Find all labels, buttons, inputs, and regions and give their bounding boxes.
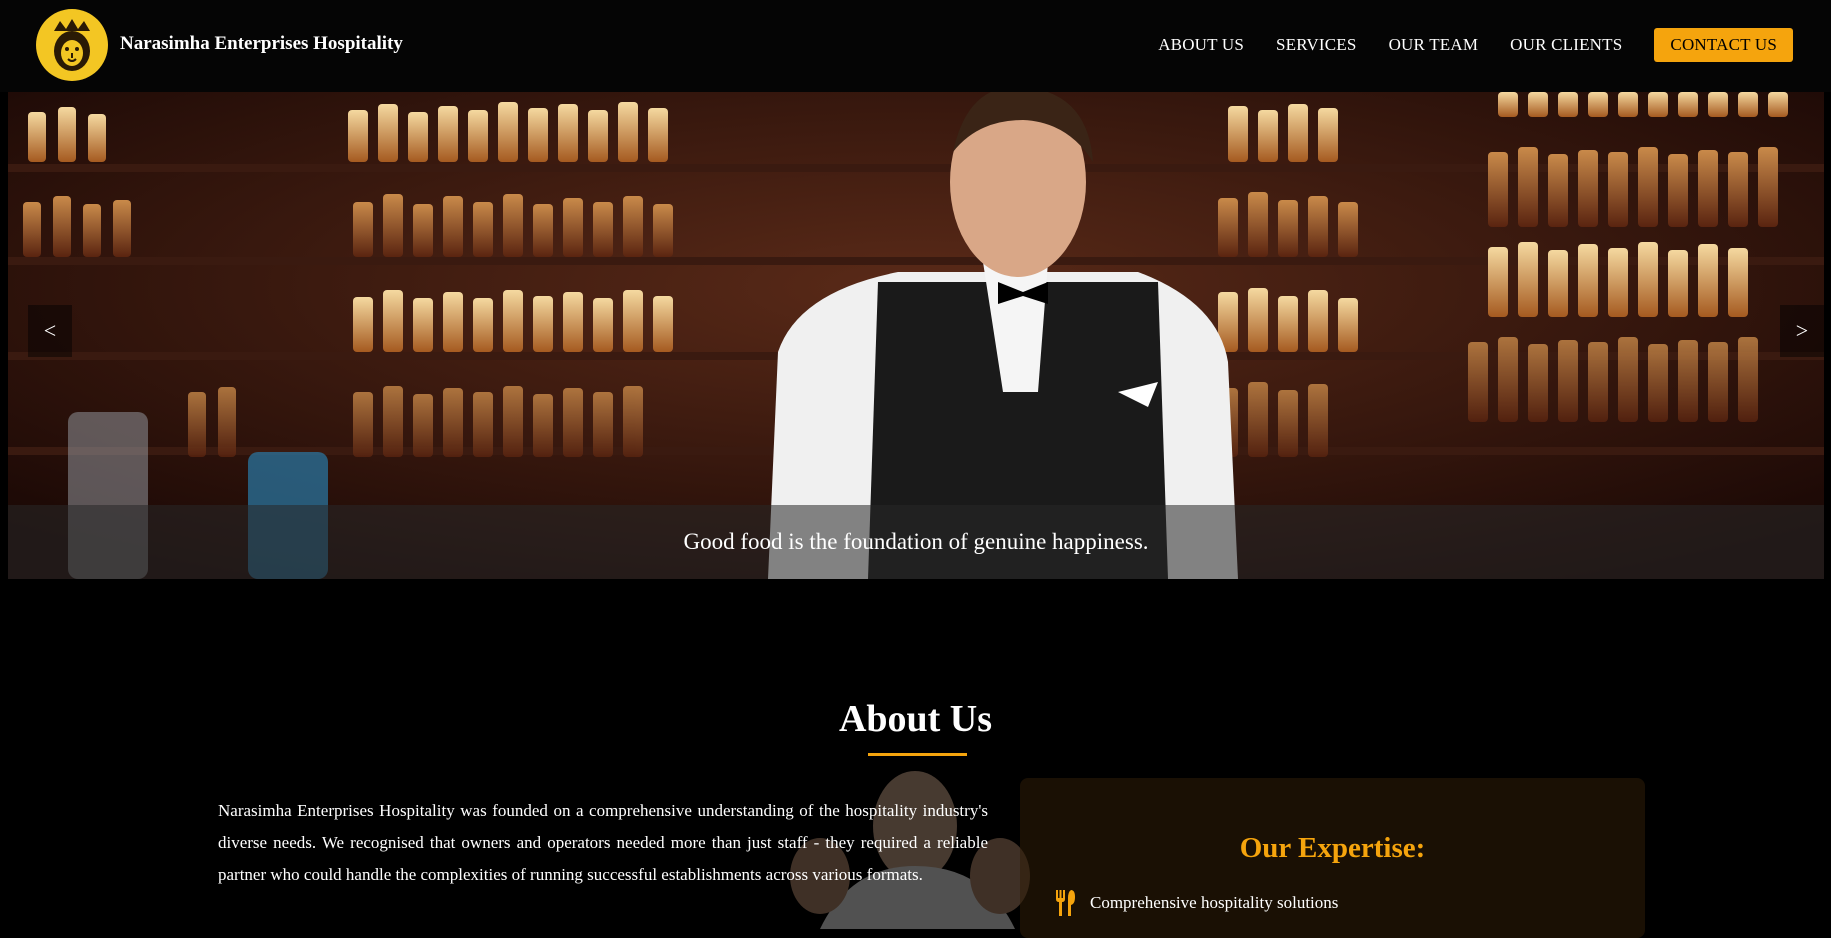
slider-prev-button[interactable]: < <box>28 305 72 357</box>
hero-caption-bar: Good food is the foundation of genuine h… <box>8 505 1824 579</box>
nav-our-clients[interactable]: OUR CLIENTS <box>1510 35 1622 55</box>
hero-caption: Good food is the foundation of genuine h… <box>683 529 1149 554</box>
expertise-item-label: Comprehensive hospitality solutions <box>1090 893 1339 912</box>
main-nav: ABOUT US SERVICES OUR TEAM OUR CLIENTS C… <box>1126 28 1793 62</box>
expertise-item: Comprehensive hospitality solutions <box>1054 890 1338 916</box>
expertise-card: Our Expertise: Comprehensive hospitality… <box>1020 778 1645 938</box>
nav-services[interactable]: SERVICES <box>1276 35 1357 55</box>
about-title-underline <box>868 753 967 756</box>
logo[interactable] <box>36 9 108 81</box>
slider-next-button[interactable]: > <box>1780 305 1824 357</box>
about-paragraph: Narasimha Enterprises Hospitality was fo… <box>218 801 988 884</box>
expertise-title: Our Expertise: <box>1239 832 1426 864</box>
brand-name[interactable]: Narasimha Enterprises Hospitality <box>120 33 403 55</box>
nav-about-us[interactable]: ABOUT US <box>1158 35 1244 55</box>
about-title: About Us <box>838 698 993 740</box>
contact-us-button[interactable]: CONTACT US <box>1654 28 1793 62</box>
utensils-icon <box>1054 890 1076 916</box>
site-header: Narasimha Enterprises Hospitality ABOUT … <box>0 0 1831 92</box>
hero-slider: < > Good food is the foundation of genui… <box>8 92 1824 579</box>
nav-our-team[interactable]: OUR TEAM <box>1389 35 1479 55</box>
lion-icon <box>38 11 106 79</box>
